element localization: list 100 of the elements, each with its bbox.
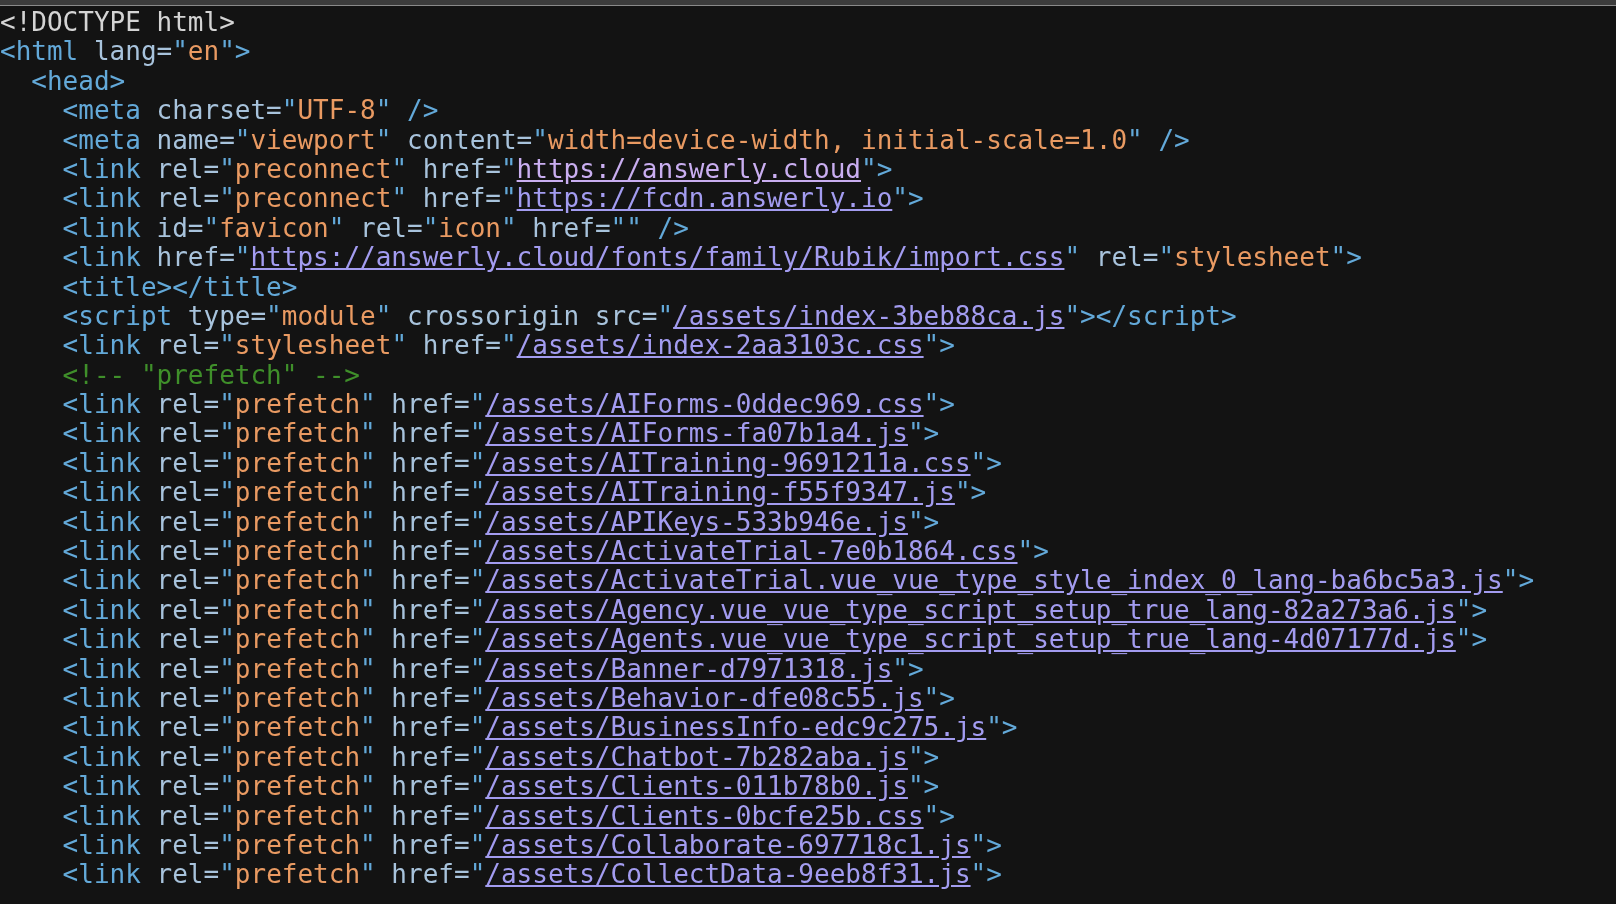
html-tag: <link	[62, 153, 141, 184]
link[interactable]: /assets/index-3beb88ca.js	[673, 300, 1065, 331]
link[interactable]: https://fcdn.answerly.io	[516, 183, 893, 214]
attribute-value: module	[281, 300, 376, 331]
attribute-name: content=	[406, 124, 533, 155]
tag-punctuation: "	[281, 95, 298, 126]
tag-punctuation: "" />	[610, 212, 689, 243]
attribute-value: prefetch	[234, 653, 361, 684]
html-tag: <link	[62, 683, 141, 713]
tag-punctuation: "	[219, 829, 235, 860]
tag-punctuation: ">	[923, 389, 955, 420]
tag-punctuation: " />	[375, 95, 439, 126]
html-tag: <link	[62, 594, 141, 625]
tag-punctuation: ">	[970, 859, 1002, 890]
tag-punctuation: "	[360, 683, 376, 713]
link[interactable]: /assets/Behavior-dfe08c55.js	[485, 683, 924, 713]
tag-punctuation: "	[219, 183, 235, 214]
html-tag: <meta	[62, 95, 141, 126]
link[interactable]: /assets/AITraining-9691211a.css	[485, 447, 971, 478]
link[interactable]: /assets/APIKeys-533b946e.js	[485, 506, 908, 537]
attribute-name: href=	[390, 565, 470, 596]
link[interactable]: /assets/AITraining-f55f9347.js	[485, 477, 955, 508]
tag-punctuation: "	[469, 536, 486, 567]
tag-punctuation: ">	[892, 653, 924, 684]
attribute-name: href=	[390, 594, 470, 625]
attribute-value: prefetch	[234, 447, 361, 478]
html-tag: <link	[62, 771, 141, 802]
tag-punctuation: "	[219, 741, 235, 772]
link[interactable]: /assets/index-2aa3103c.css	[516, 330, 924, 361]
tag-punctuation: ">	[907, 506, 940, 537]
html-tag: <link	[62, 477, 141, 508]
tag-punctuation: "	[360, 389, 376, 420]
link[interactable]: /assets/Banner-d7971318.js	[485, 653, 893, 684]
html-tag: <script	[62, 300, 173, 331]
tag-punctuation: "	[360, 624, 376, 655]
link[interactable]: /assets/Collaborate-697718c1.js	[485, 829, 971, 860]
attribute-value: icon	[438, 212, 501, 243]
html-tag: <link	[62, 447, 141, 478]
link[interactable]: /assets/ActivateTrial.vue_vue_type_style_index_0_lang-ba6bc5a3.js	[485, 565, 1503, 596]
tag-punctuation: "	[422, 212, 439, 243]
attribute-name: rel=	[155, 565, 220, 596]
tag-punctuation: "	[469, 771, 486, 802]
tag-punctuation: "	[360, 800, 376, 831]
attribute-name: rel=	[156, 389, 220, 420]
attribute-name: charset=	[155, 95, 282, 126]
link[interactable]: /assets/ActivateTrial-7e0b1864.css	[485, 536, 1018, 567]
link[interactable]: /assets/BusinessInfo-edc9c275.js	[485, 712, 987, 743]
html-tag: <link	[62, 330, 141, 361]
tag-punctuation: "	[172, 36, 188, 67]
tag-punctuation: ">	[907, 418, 940, 449]
tag-punctuation: "	[469, 477, 486, 508]
tag-punctuation: ">	[954, 477, 987, 508]
link[interactable]: https://answerly.cloud/fonts/family/Rubik/import.css	[250, 242, 1065, 273]
link[interactable]: /assets/Clients-0bcfe25b.css	[485, 800, 924, 831]
tag-punctuation: "	[219, 153, 235, 184]
attribute-name: href=	[390, 712, 470, 743]
tag-punctuation: ">	[907, 771, 940, 802]
link[interactable]: /assets/AIForms-fa07b1a4.js	[485, 418, 908, 449]
tag-punctuation: "	[391, 183, 408, 214]
attribute-name: href=	[390, 506, 470, 537]
attribute-name: rel=	[155, 594, 220, 625]
tag-punctuation: "	[469, 389, 486, 420]
tag-punctuation: "	[469, 712, 486, 743]
tag-punctuation: "	[219, 418, 235, 449]
tag-punctuation: "	[219, 859, 235, 890]
tag-punctuation: "	[391, 330, 408, 361]
link[interactable]: /assets/Agents.vue_vue_type_script_setup_true_lang-4d07177d.js	[485, 624, 1456, 655]
tag-punctuation: "	[469, 624, 486, 655]
tag-punctuation: "	[360, 741, 376, 772]
tag-punctuation: "	[219, 594, 235, 625]
attribute-value: prefetch	[234, 565, 361, 596]
tag-punctuation: ">	[970, 829, 1002, 860]
tag-punctuation: "	[469, 800, 486, 831]
attribute-value: prefetch	[234, 624, 361, 655]
attribute-name: href=	[390, 477, 470, 508]
doctype-declaration: <!DOCTYPE html>	[0, 7, 235, 37]
attribute-name: rel=	[155, 418, 220, 449]
link[interactable]: /assets/Clients-011b78b0.js	[485, 771, 908, 802]
html-tag: <link	[62, 506, 141, 537]
link[interactable]: https://answerly.cloud	[516, 153, 861, 184]
tag-punctuation: "	[219, 712, 235, 743]
attribute-name: href=	[422, 330, 501, 361]
html-tag: <link	[62, 418, 141, 449]
attribute-value: prefetch	[234, 506, 361, 537]
link[interactable]: /assets/Chatbot-7b282aba.js	[485, 741, 908, 772]
link[interactable]: /assets/Agency.vue_vue_type_script_setup_true_lang-82a273a6.js	[485, 594, 1456, 625]
attribute-name: rel=	[155, 624, 220, 655]
html-tag: <link	[62, 212, 141, 243]
tag-punctuation: ">	[1455, 624, 1488, 655]
link[interactable]: /assets/AIForms-0ddec969.css	[485, 389, 924, 420]
tag-punctuation: "	[203, 212, 220, 243]
tag-punctuation: ">	[1330, 242, 1362, 273]
link[interactable]: /assets/CollectData-9eeb8f31.js	[485, 859, 971, 890]
attribute-name: rel=	[360, 212, 423, 243]
tag-punctuation: "	[360, 653, 376, 684]
attribute-name: href=	[390, 771, 470, 802]
tag-punctuation: "	[360, 477, 376, 508]
html-tag: <link	[62, 741, 141, 772]
tag-punctuation: ">	[907, 741, 940, 772]
tag-punctuation: "	[360, 447, 376, 478]
